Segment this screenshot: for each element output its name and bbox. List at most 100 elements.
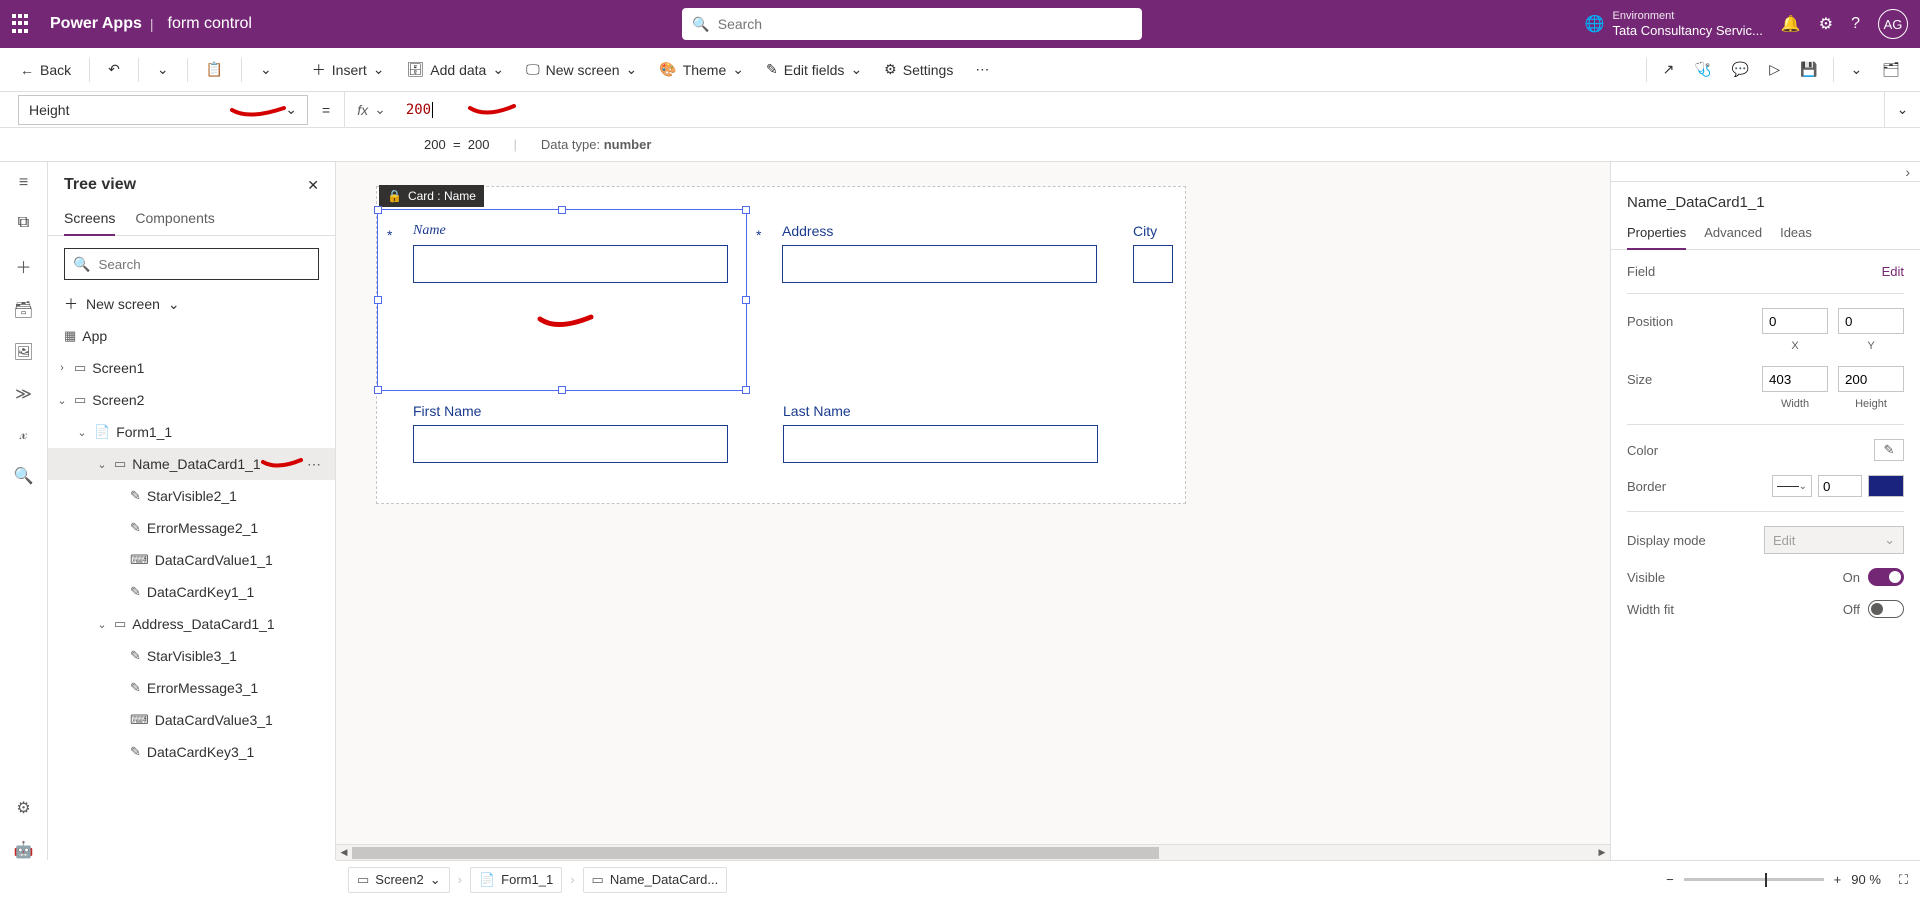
width-fit-toggle[interactable]	[1868, 600, 1904, 618]
zoom-slider[interactable]	[1684, 878, 1824, 881]
rail-virtual-agent-icon[interactable]: 🤖	[14, 840, 34, 860]
canvas-h-scroll[interactable]: ◀ ▶	[336, 844, 1610, 860]
chevron-right-icon[interactable]: ›	[56, 362, 68, 374]
back-button[interactable]: ←Back	[12, 58, 79, 82]
ellipsis-icon[interactable]: ⋯	[301, 456, 327, 473]
tree-item-val1[interactable]: ⌨DataCardValue1_1	[48, 544, 335, 576]
new-screen-button[interactable]: 🖵New screen⌄	[518, 57, 645, 82]
width-input[interactable]	[1762, 366, 1828, 392]
comments-button[interactable]: 💬	[1724, 57, 1757, 82]
rail-search-icon[interactable]: 🔍	[14, 466, 34, 486]
pos-x-input[interactable]	[1762, 308, 1828, 334]
tab-screens[interactable]: Screens	[64, 202, 115, 236]
add-data-button[interactable]: 🗄Add data⌄	[399, 57, 513, 82]
breadcrumb-form[interactable]: 📄Form1_1	[470, 867, 562, 893]
more-button[interactable]: ⋯	[967, 57, 997, 82]
scroll-right-icon[interactable]: ▶	[1594, 847, 1610, 858]
pos-y-input[interactable]	[1838, 308, 1904, 334]
form-control[interactable]: 🔒Card : Name * Name	[376, 186, 1186, 504]
zoom-in-icon[interactable]: +	[1834, 872, 1842, 887]
rail-data-icon[interactable]: 🗃	[13, 300, 33, 320]
insert-button[interactable]: ＋Insert⌄	[304, 56, 393, 84]
tree-item-screen2[interactable]: ⌄▭Screen2	[48, 384, 335, 416]
global-search[interactable]: 🔍	[682, 8, 1142, 40]
search-input[interactable]	[718, 16, 1133, 32]
tree-item-name-datacard[interactable]: ⌄▭Name_DataCard1_1 ⋯	[48, 448, 335, 480]
tree-item-star2[interactable]: ✎StarVisible2_1	[48, 480, 335, 512]
tab-advanced[interactable]: Advanced	[1704, 217, 1762, 249]
tree-item-star3[interactable]: ✎StarVisible3_1	[48, 640, 335, 672]
tree-search-input[interactable]	[98, 257, 310, 272]
border-width-input[interactable]	[1818, 475, 1862, 497]
border-color-swatch[interactable]	[1868, 475, 1904, 497]
play-button[interactable]: ▷	[1761, 57, 1788, 82]
share-button[interactable]: ↗	[1655, 57, 1683, 82]
rail-media-icon[interactable]: 🖼	[13, 342, 33, 362]
scroll-left-icon[interactable]: ◀	[336, 847, 352, 858]
lastname-input[interactable]	[783, 425, 1098, 463]
chevron-down-icon[interactable]: ⌄	[96, 618, 108, 631]
rail-insert-icon[interactable]: ＋	[15, 254, 31, 278]
tree-item-key1[interactable]: ✎DataCardKey1_1	[48, 576, 335, 608]
datacard-address[interactable]: * Address	[746, 211, 1115, 391]
tree-item-val3[interactable]: ⌨DataCardValue3_1	[48, 704, 335, 736]
new-screen-button[interactable]: ＋New screen⌄	[48, 288, 335, 320]
tab-ideas[interactable]: Ideas	[1780, 217, 1812, 249]
fit-to-screen-icon[interactable]: ⛶	[1899, 872, 1908, 888]
chevron-down-icon[interactable]: ⌄	[76, 426, 88, 439]
tab-properties[interactable]: Properties	[1627, 217, 1686, 250]
settings-gear-icon[interactable]: ⚙	[1819, 14, 1833, 34]
rail-variables-icon[interactable]: 𝓍	[20, 426, 28, 444]
tree-item-form1[interactable]: ⌄📄Form1_1	[48, 416, 335, 448]
field-edit-link[interactable]: Edit	[1882, 264, 1904, 279]
undo-button[interactable]: ↶	[100, 57, 128, 82]
environment-picker[interactable]: 🌐 Environment Tata Consultancy Servic...	[1585, 10, 1763, 38]
tree-item-screen1[interactable]: ›▭Screen1	[48, 352, 335, 384]
save-button[interactable]: 💾	[1792, 57, 1825, 82]
firstname-input[interactable]	[413, 425, 728, 463]
formula-expand[interactable]: ⌄	[1884, 92, 1920, 128]
chevron-down-icon[interactable]: ⌄	[96, 458, 108, 471]
tree-search[interactable]: 🔍	[64, 248, 319, 280]
name-input[interactable]	[413, 245, 728, 283]
city-input[interactable]	[1133, 245, 1173, 283]
breadcrumb-card[interactable]: ▭Name_DataCard...	[583, 867, 728, 893]
color-swatch[interactable]: ✎	[1874, 439, 1904, 461]
undo-menu[interactable]: ⌄	[149, 57, 177, 82]
formula-input[interactable]: 200	[398, 92, 1884, 128]
datacard-name[interactable]: * Name	[377, 211, 746, 391]
checker-button[interactable]: 🩺	[1686, 57, 1719, 82]
border-style-dropdown[interactable]: ⌄	[1772, 475, 1812, 497]
waffle-icon[interactable]	[12, 14, 32, 34]
notification-icon[interactable]: 🔔	[1781, 14, 1801, 34]
fx-indicator[interactable]: fx⌄	[344, 92, 398, 128]
help-icon[interactable]: ?	[1851, 15, 1860, 33]
tree-item-app[interactable]: ▦App	[48, 320, 335, 352]
paste-button[interactable]: 📋	[198, 57, 231, 82]
display-mode-dropdown[interactable]: Edit⌄	[1764, 526, 1904, 554]
edit-fields-button[interactable]: ✎Edit fields⌄	[758, 57, 870, 82]
address-input[interactable]	[782, 245, 1097, 283]
rail-hamburger-icon[interactable]: ≡	[19, 174, 28, 192]
paste-menu[interactable]: ⌄	[252, 57, 280, 82]
save-menu[interactable]: ⌄	[1842, 57, 1870, 82]
height-input[interactable]	[1838, 366, 1904, 392]
visible-toggle[interactable]	[1868, 568, 1904, 586]
tree-item-err3[interactable]: ✎ErrorMessage3_1	[48, 672, 335, 704]
tree-item-key3[interactable]: ✎DataCardKey3_1	[48, 736, 335, 768]
rail-tree-icon[interactable]: ⧉	[18, 214, 29, 232]
publish-button[interactable]: 🗂	[1874, 57, 1908, 82]
zoom-out-icon[interactable]: −	[1666, 872, 1674, 887]
rail-flows-icon[interactable]: ≫	[15, 384, 32, 404]
tab-components[interactable]: Components	[135, 202, 214, 235]
tree-item-err2[interactable]: ✎ErrorMessage2_1	[48, 512, 335, 544]
chevron-down-icon[interactable]: ⌄	[56, 394, 68, 407]
settings-button[interactable]: ⚙Settings	[876, 57, 961, 82]
breadcrumb-screen[interactable]: ▭Screen2⌄	[348, 867, 450, 893]
datacard-lastname[interactable]: Last Name	[747, 391, 1117, 473]
chevron-right-icon[interactable]: ›	[1905, 164, 1910, 180]
property-selector[interactable]: Height ⌄	[18, 95, 308, 125]
datacard-city[interactable]: City	[1115, 211, 1185, 391]
close-icon[interactable]: ✕	[307, 177, 319, 194]
rail-settings-icon[interactable]: ⚙	[16, 798, 30, 818]
